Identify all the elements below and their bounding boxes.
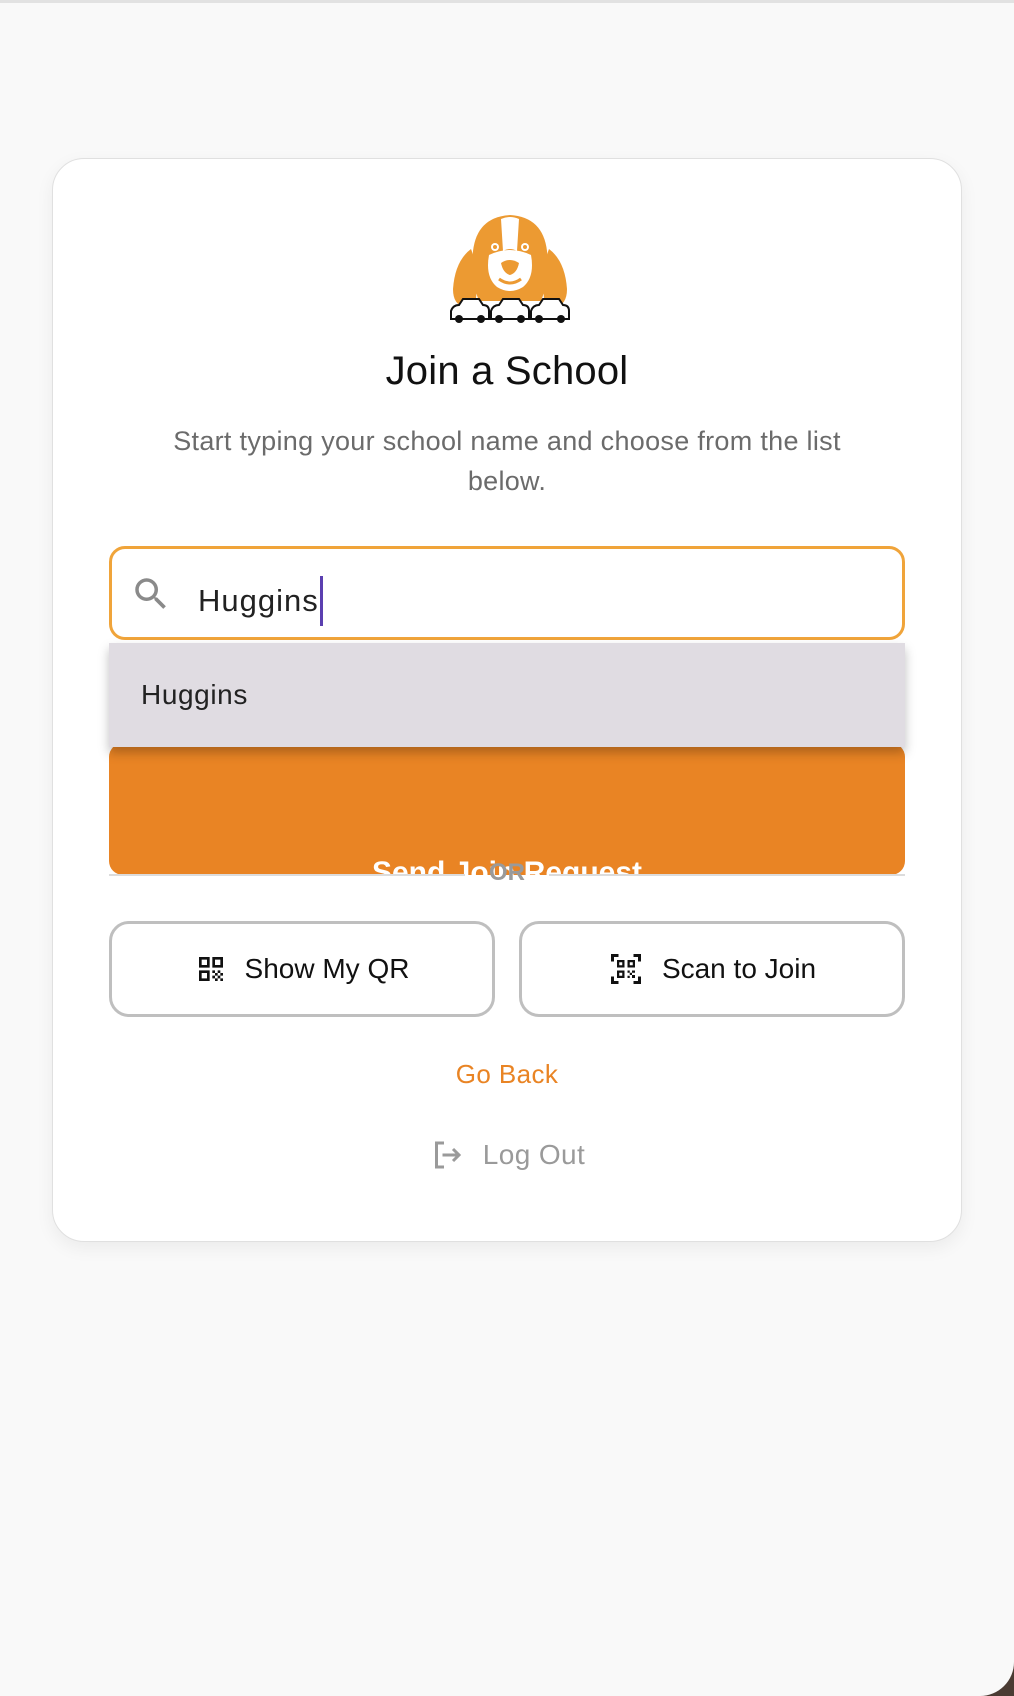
search-icon [135, 578, 166, 609]
dog-car-logo [450, 215, 570, 323]
divider-line-right [549, 874, 905, 876]
qr-scan-icon [610, 954, 641, 984]
show-my-qr-button[interactable]: Show My QR [109, 921, 495, 1017]
scan-to-join-label: Scan to Join [661, 953, 817, 984]
app-screen: Join a School Start typing your school n… [0, 0, 1014, 1696]
log-out-label: Log Out [482, 1139, 586, 1170]
search-input-value: Huggins [198, 583, 319, 618]
page-title: Join a School [385, 349, 629, 393]
logout-icon [434, 1141, 461, 1169]
school-search-input[interactable]: Huggins [109, 546, 905, 640]
autocomplete-dropdown: Huggins [109, 643, 905, 747]
or-divider: OR [109, 859, 905, 889]
go-back-link[interactable]: Go Back [53, 1059, 961, 1090]
qr-code-icon [198, 957, 223, 981]
text-caret [319, 576, 323, 626]
page-subtitle: Start typing your school name and choose… [173, 426, 841, 496]
top-divider [0, 0, 1014, 3]
scan-to-join-button[interactable]: Scan to Join [519, 921, 905, 1017]
send-join-request-button[interactable]: Send Join Request [109, 743, 905, 889]
join-school-card: Join a School Start typing your school n… [52, 158, 962, 1242]
or-label: OR [489, 859, 525, 886]
show-my-qr-label: Show My QR [244, 953, 410, 984]
dropdown-option[interactable]: Huggins [141, 679, 248, 711]
search-input-value-wrap: Huggins [198, 576, 323, 626]
log-out-button[interactable]: Log Out [53, 1137, 961, 1173]
